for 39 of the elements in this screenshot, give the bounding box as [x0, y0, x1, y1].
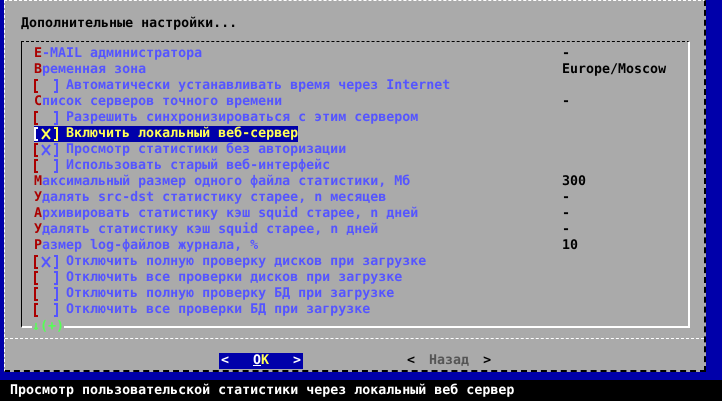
menu-item[interactable]: Отключить все проверки дисков при загрузке: [34, 270, 402, 286]
checkbox[interactable]: [34, 111, 58, 125]
checkbox[interactable]: [34, 255, 58, 269]
menu-item[interactable]: Архивировать статистику кэш squid старее, n дней: [34, 206, 418, 222]
checkbox[interactable]: [34, 159, 58, 173]
menu-item[interactable]: Удалять статистику кэш squid старее, n дней: [34, 222, 378, 238]
checkbox[interactable]: [34, 287, 58, 301]
setting-value: -: [562, 190, 572, 206]
menu-item[interactable]: Отключить все проверки БД при загрузке: [34, 302, 370, 318]
scroll-indicator: ↓(+): [32, 319, 64, 335]
menu-item[interactable]: Отключить полную проверку дисков при загрузке: [34, 254, 426, 270]
setting-value: -: [562, 222, 572, 238]
setting-value: -: [562, 46, 572, 62]
setting-value: -: [562, 206, 572, 222]
dialog-button[interactable]: < OK >: [219, 353, 303, 369]
menu-item[interactable]: Просмотр статистики без авторизации: [34, 142, 346, 158]
setting-value: 10: [562, 238, 580, 254]
menu-item[interactable]: Временная зона: [34, 62, 146, 78]
checkbox[interactable]: [34, 271, 58, 285]
menu-item[interactable]: Удалять src-dst статистику старее, n месяцев: [34, 190, 386, 206]
menu-item[interactable]: Отключить полную проверку БД при загрузке: [34, 286, 394, 302]
menu-item[interactable]: Включить локальный веб-сервер: [34, 126, 298, 142]
setting-value: 300: [562, 174, 588, 190]
dialog-title: Дополнительные настройки...: [21, 15, 238, 33]
menu-item[interactable]: E-MAIL администратора: [34, 46, 202, 62]
status-bar: Просмотр пользовательской статистики через локальный веб сервер: [0, 380, 722, 401]
menu-item[interactable]: Автоматически устанавливать время через Internet: [34, 78, 450, 94]
setting-value: Europe/Moscow: [562, 62, 668, 78]
checkbox[interactable]: [34, 127, 58, 141]
checkbox[interactable]: [34, 143, 58, 157]
menu-item[interactable]: Разрешить синхронизироваться с этим сервером: [34, 110, 418, 126]
checkbox[interactable]: [34, 79, 58, 93]
menu-item[interactable]: Использовать старый веб-интерфейс: [34, 158, 330, 174]
dialog-button[interactable]: < Назад >: [405, 353, 494, 369]
menu-item[interactable]: Максимальный размер одного файла статистики, Мб: [34, 174, 410, 190]
checkbox[interactable]: [34, 303, 58, 317]
menu-item[interactable]: Размер log-файлов журнала, %: [34, 238, 258, 254]
menu-item[interactable]: Список серверов точного времени: [34, 94, 282, 110]
setting-value: -: [562, 94, 572, 110]
